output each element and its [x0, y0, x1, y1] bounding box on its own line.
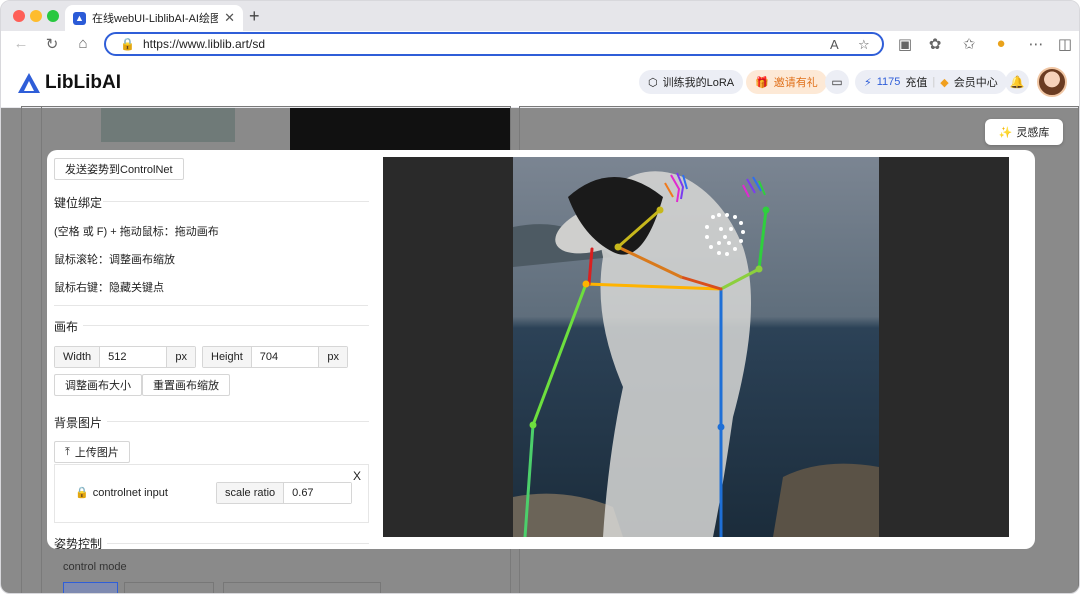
width-label: Width	[55, 347, 101, 367]
url-text: https://www.liblib.art/sd	[142, 37, 265, 51]
gift-icon: 🎁	[755, 76, 769, 89]
editor-left-panel: 发送姿势到ControlNet 键位绑定 (空格 或 F) + 拖动鼠标：拖动画…	[47, 150, 383, 549]
member-center-label[interactable]: 会员中心	[954, 74, 998, 90]
scale-ratio-input[interactable]: 0.67	[284, 483, 351, 503]
notification-button[interactable]: 🔔	[1005, 70, 1029, 94]
sidebar-toggle-icon[interactable]: ◫	[1055, 35, 1075, 53]
maximize-window-button[interactable]	[47, 10, 59, 22]
thumbnail-preview	[101, 108, 235, 142]
site-header: LibLibAI ⬡ 训练我的LoRA 🎁 邀请有礼 ▭ ⚡ 1175 充值 |…	[1, 58, 1079, 108]
keybind-title: 键位绑定	[54, 196, 103, 210]
control-mode-option-2[interactable]	[124, 582, 214, 593]
width-field[interactable]: Width 512 px	[54, 346, 196, 368]
inspiration-library-button[interactable]: ✨ 灵感库	[985, 119, 1063, 145]
invite-button[interactable]: 🎁 邀请有礼	[746, 70, 827, 94]
browser-toolbar: ← ↻ ⌂ 🔒 https://www.liblib.art/sd A ☆ ▣ …	[1, 31, 1079, 58]
favorites-icon[interactable]: ✩	[959, 35, 979, 53]
pill-divider: |	[932, 76, 936, 88]
upload-icon: ⤒	[65, 445, 70, 458]
bell-icon: 🔔	[1009, 75, 1025, 89]
pose-control-title: 姿势控制	[54, 537, 103, 549]
canvas-title: 画布	[54, 320, 79, 334]
height-field[interactable]: Height 704 px	[202, 346, 348, 368]
back-arrow-icon[interactable]: ←	[11, 35, 31, 52]
control-mode-option-1[interactable]	[63, 582, 118, 593]
liblib-logo-icon	[18, 73, 40, 93]
home-icon[interactable]: ⌂	[73, 35, 93, 52]
user-avatar[interactable]	[1037, 67, 1067, 97]
send-pose-button[interactable]: 发送姿势到ControlNet	[54, 158, 184, 180]
tab-actions-icon[interactable]: ▣	[895, 35, 915, 53]
pose-preview	[290, 108, 510, 150]
openpose-editor-modal: 发送姿势到ControlNet 键位绑定 (空格 或 F) + 拖动鼠标：拖动画…	[47, 150, 1035, 549]
profile-coin-icon[interactable]: ●	[991, 35, 1011, 52]
liblib-favicon-icon: ▲	[73, 11, 86, 25]
inspiration-label: 灵感库	[1016, 127, 1050, 139]
invite-label: 邀请有礼	[773, 77, 818, 89]
hint-right-click: 鼠标右键：隐藏关键点	[54, 282, 164, 294]
scale-ratio-label: scale ratio	[217, 483, 285, 503]
recharge-label[interactable]: 充值	[905, 74, 927, 90]
hint-drag: (空格 或 F) + 拖动鼠标：拖动画布	[54, 226, 219, 238]
read-aloud-icon[interactable]: A	[830, 37, 839, 52]
pose-canvas-svg[interactable]	[383, 157, 1009, 537]
tab-close-icon[interactable]: ✕	[224, 10, 235, 26]
scale-ratio-field[interactable]: scale ratio 0.67	[216, 482, 352, 504]
close-window-button[interactable]	[13, 10, 25, 22]
keybind-divider	[103, 201, 369, 202]
tab-title: 在线webUI-LiblibAI-AI绘图工具	[92, 13, 218, 25]
resize-canvas-button[interactable]: 调整画布大小	[54, 374, 142, 396]
browser-tab[interactable]: ▲ 在线webUI-LiblibAI-AI绘图工具 ✕	[65, 5, 243, 31]
lightning-icon: ⚡	[864, 76, 872, 89]
pose-control-divider	[107, 543, 369, 544]
credits-pill[interactable]: ⚡ 1175 充值 | ◆ 会员中心	[855, 70, 1007, 94]
sparkle-icon: ✨	[998, 126, 1013, 139]
upload-image-button[interactable]: ⤒ 上传图片	[54, 441, 130, 463]
tab-strip: ▲ 在线webUI-LiblibAI-AI绘图工具 ✕ +	[1, 1, 1079, 31]
logo-text: LibLibAI	[45, 72, 121, 93]
height-input[interactable]: 704	[251, 347, 319, 367]
remove-image-icon[interactable]: X	[353, 469, 361, 483]
control-mode-label: control mode	[63, 561, 127, 573]
new-tab-button[interactable]: +	[249, 6, 260, 27]
controlnet-input-label: controlnet input	[92, 486, 168, 499]
upload-label: 上传图片	[74, 447, 119, 459]
address-bar[interactable]: 🔒 https://www.liblib.art/sd A ☆	[104, 32, 884, 56]
background-photo	[513, 157, 879, 537]
bg-image-title: 背景图片	[54, 416, 103, 430]
control-mode-option-3[interactable]	[223, 582, 381, 593]
browser-window: ▲ 在线webUI-LiblibAI-AI绘图工具 ✕ + ← ↻ ⌂ 🔒 ht…	[0, 0, 1080, 594]
lock-icon: 🔒	[120, 37, 135, 51]
hint-scroll: 鼠标滚轮：调整画布缩放	[54, 254, 175, 266]
cube-icon: ⬡	[648, 76, 658, 89]
lock-icon: 🔒	[75, 487, 89, 499]
credits-count: 1175	[876, 76, 901, 88]
pose-canvas[interactable]	[383, 157, 1009, 537]
train-lora-button[interactable]: ⬡ 训练我的LoRA	[639, 70, 744, 94]
liblib-logo[interactable]: LibLibAI	[17, 72, 121, 94]
extensions-icon[interactable]: ✿	[925, 35, 945, 53]
width-input[interactable]: 512	[100, 347, 167, 367]
minimize-window-button[interactable]	[30, 10, 42, 22]
controlnet-input-toggle[interactable]: 🔒 controlnet input	[75, 486, 168, 500]
reload-icon[interactable]: ↻	[42, 35, 62, 53]
background-image-item: X 🔒 controlnet input scale ratio 0.67	[54, 464, 369, 523]
bg-image-divider	[107, 421, 369, 422]
more-menu-icon[interactable]: ⋯	[1026, 35, 1046, 53]
train-lora-label: 训练我的LoRA	[662, 77, 735, 89]
folder-icon: ▭	[831, 75, 843, 89]
diamond-icon: ◆	[940, 76, 949, 89]
folder-button[interactable]: ▭	[825, 70, 849, 94]
favorite-star-icon[interactable]: ☆	[858, 37, 870, 53]
reset-zoom-button[interactable]: 重置画布缩放	[142, 374, 230, 396]
canvas-divider	[83, 325, 369, 326]
width-unit: px	[166, 347, 195, 367]
height-label: Height	[203, 347, 252, 367]
height-unit: px	[318, 347, 347, 367]
hints-divider	[54, 305, 368, 306]
